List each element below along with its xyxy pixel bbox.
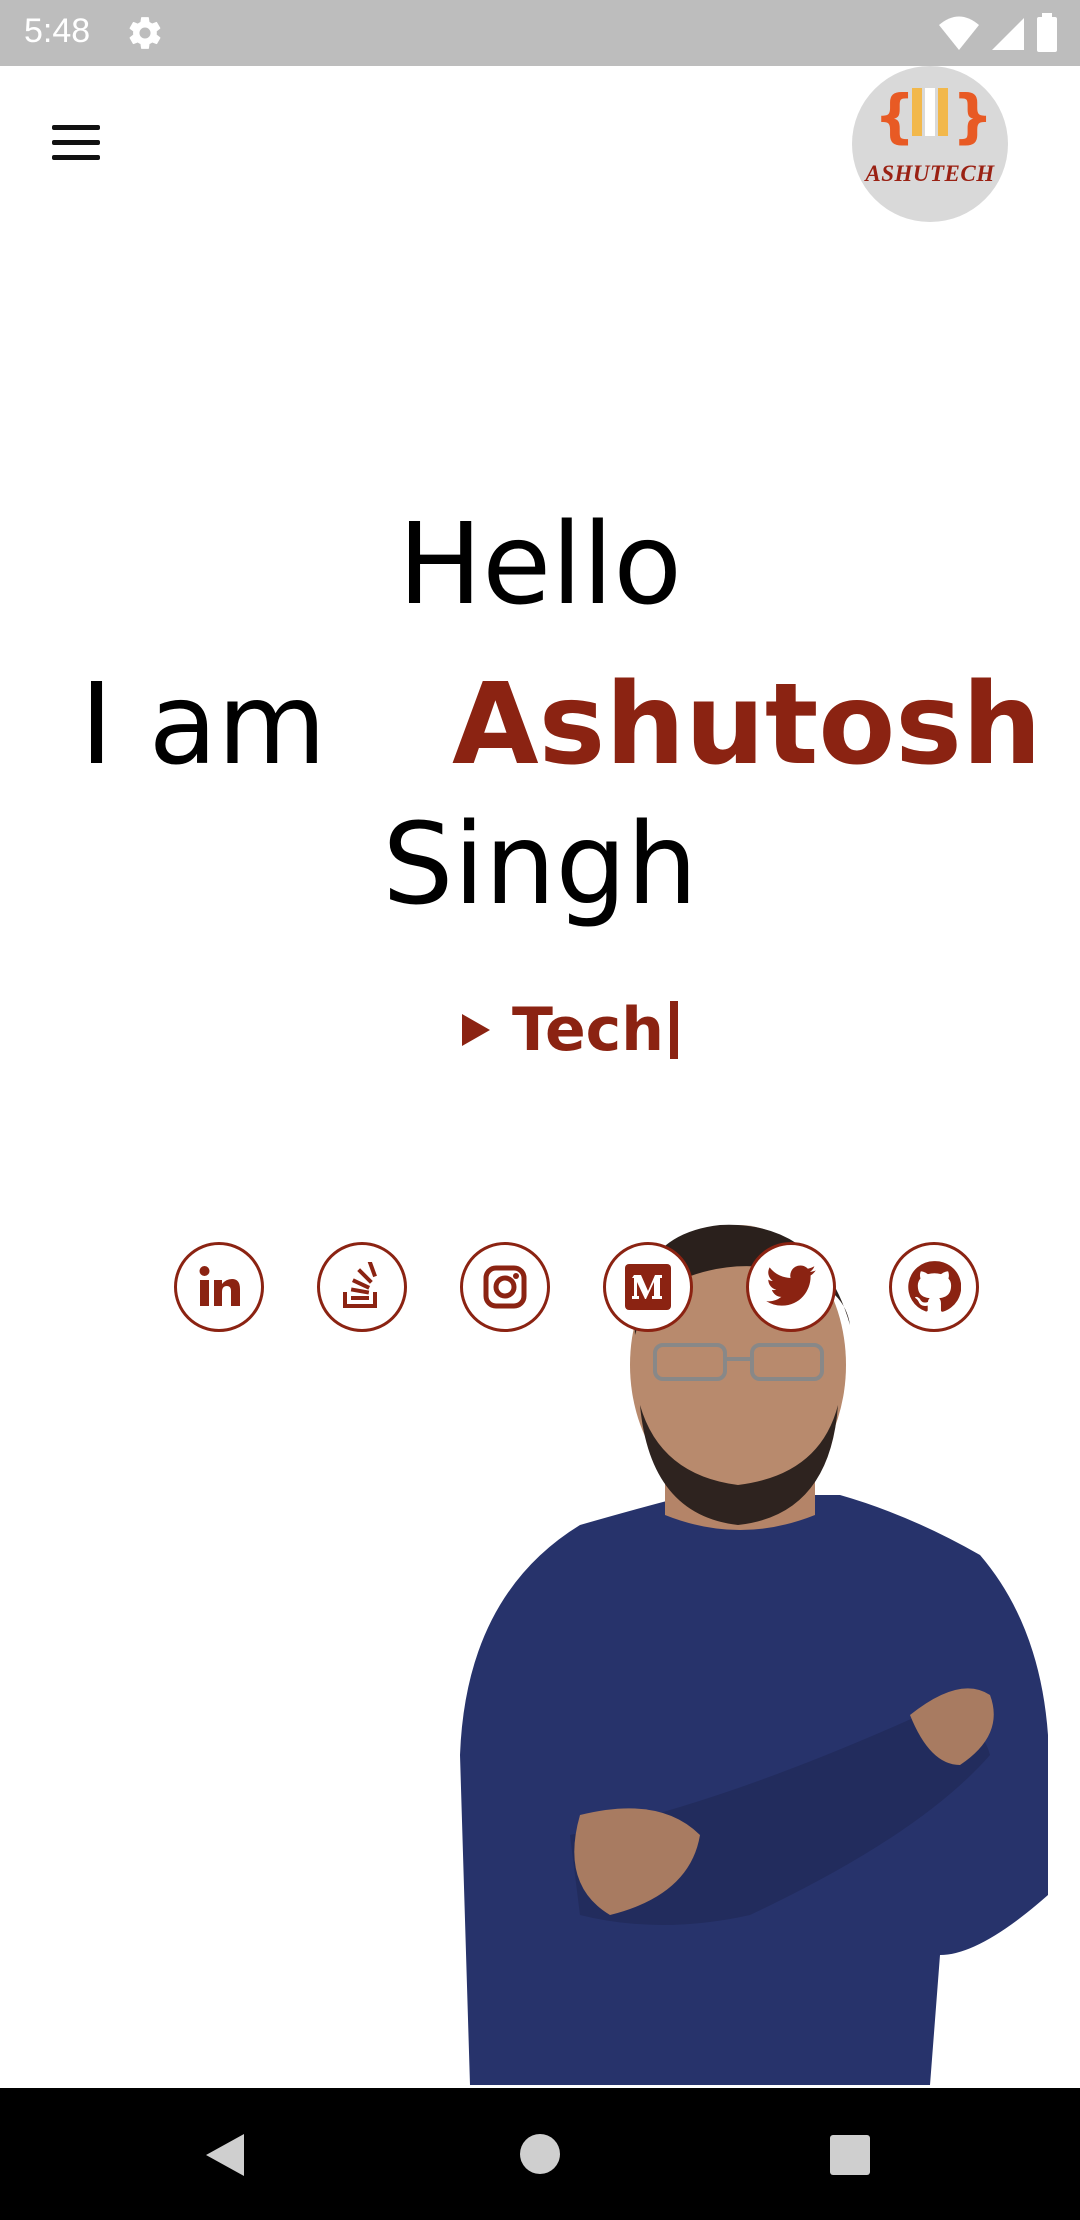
medium-button[interactable] [603,1242,693,1332]
medium-icon [625,1264,671,1310]
svg-text:}: } [952,82,993,150]
back-icon[interactable] [200,2130,248,2180]
logo-text: ASHUTECH [865,161,995,186]
code-braces-logo-icon: { } [874,82,993,150]
hamburger-menu-button[interactable] [40,118,112,170]
recents-icon[interactable] [828,2133,872,2177]
play-arrow-icon [462,1014,490,1046]
ashutech-logo[interactable]: { } ASHUTECH [852,66,1008,222]
twitter-button[interactable] [746,1242,836,1332]
status-icons [938,12,1058,54]
home-icon[interactable] [518,2132,562,2176]
linkedin-icon [199,1266,240,1306]
typing-text: Tech [512,995,664,1065]
profile-photo [460,1224,1048,2085]
wifi-icon [939,16,979,50]
instagram-icon [483,1265,527,1309]
intro-text: I am [80,660,327,790]
system-nav-bar [0,2088,1080,2220]
stackoverflow-icon [343,1262,377,1308]
linkedin-button[interactable] [174,1242,264,1332]
stackoverflow-button[interactable] [317,1242,407,1332]
github-icon [908,1261,961,1312]
battery-icon [1037,13,1057,52]
signal-icon [992,18,1024,50]
greeting-text: Hello [398,500,682,630]
typing-role: Tech [462,995,678,1065]
status-bar: 5:48 [0,0,1080,66]
settings-icon [129,17,161,49]
svg-text:{: { [874,82,915,150]
twitter-icon [766,1265,816,1306]
hamburger-icon [52,125,100,130]
status-time: 5:48 [24,12,91,50]
typing-cursor [669,1001,678,1059]
github-button[interactable] [889,1242,979,1332]
instagram-button[interactable] [460,1242,550,1332]
first-name-text: Ashutosh [452,660,1042,790]
last-name-text: Singh [382,800,698,930]
